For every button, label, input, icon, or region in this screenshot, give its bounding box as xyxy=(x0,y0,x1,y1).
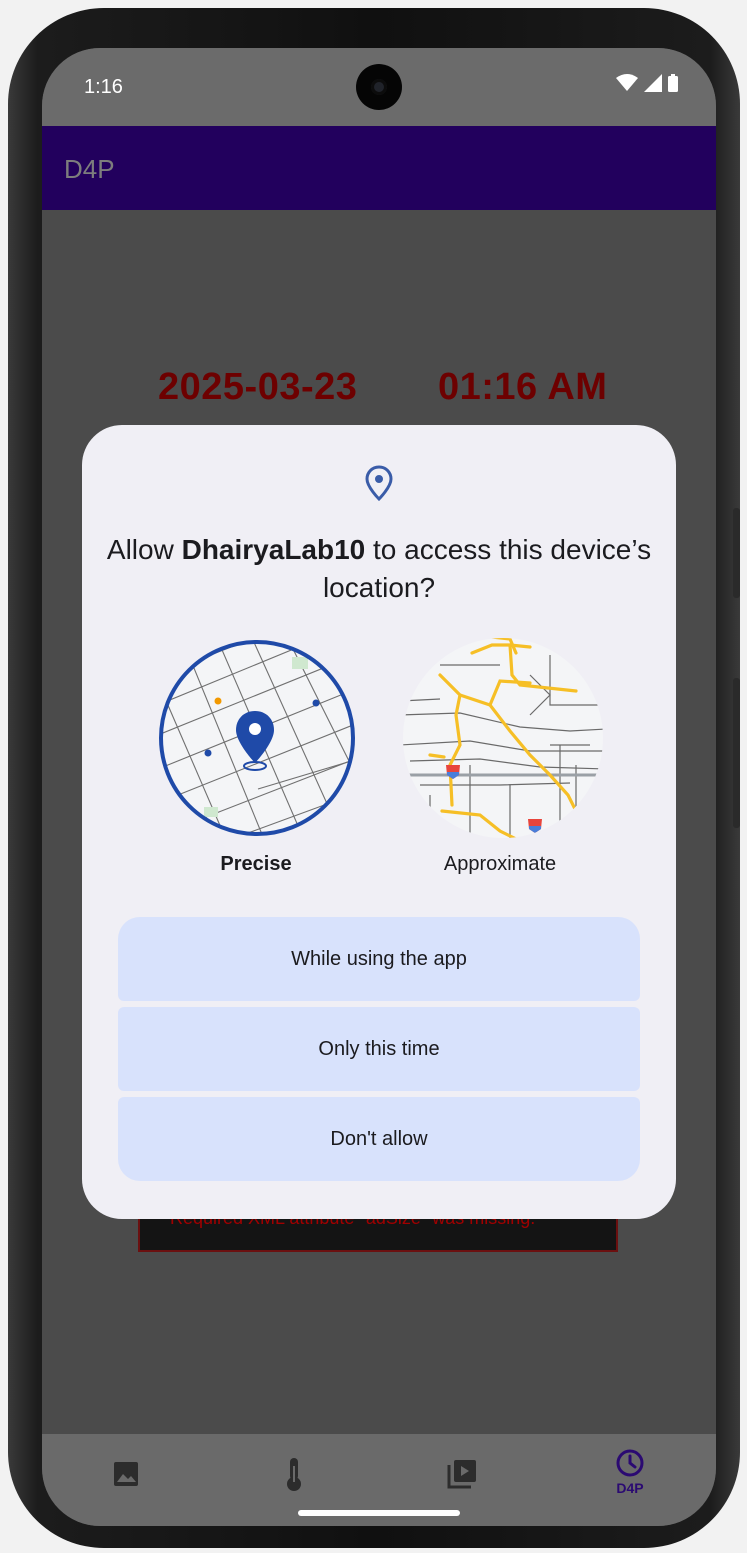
wifi-icon xyxy=(616,74,638,91)
dialog-app-name: DhairyaLab10 xyxy=(181,534,366,565)
status-bar: 1:16 xyxy=(42,48,716,126)
status-icons xyxy=(616,74,678,92)
thermometer-icon xyxy=(287,1458,301,1491)
precise-label: Precise xyxy=(220,853,292,875)
nav-item-d4p[interactable]: D4P xyxy=(580,1448,680,1512)
dialog-title-suffix: to access this device’s location? xyxy=(322,534,652,603)
location-pin-icon xyxy=(365,465,393,501)
precise-map-option[interactable] xyxy=(158,639,356,837)
approximate-map-option[interactable] xyxy=(400,635,606,841)
battery-icon xyxy=(668,74,678,92)
video-library-icon xyxy=(447,1460,476,1489)
front-camera xyxy=(356,64,402,110)
status-time: 1:16 xyxy=(84,76,123,98)
signal-icon xyxy=(644,74,662,92)
app-title: D4P xyxy=(64,154,115,184)
time-display: 01:16 AM xyxy=(438,366,608,408)
app-bar: D4P xyxy=(42,126,716,210)
only-this-time-button[interactable]: Only this time xyxy=(118,1007,640,1091)
nav-item-images[interactable] xyxy=(76,1448,176,1512)
nav-item-temperature[interactable] xyxy=(244,1448,344,1512)
phone-frame: 1:16 D4P 2025-03-23 01:16 AM Required XM… xyxy=(8,8,740,1548)
screen: 1:16 D4P 2025-03-23 01:16 AM Required XM… xyxy=(42,48,716,1526)
while-using-app-button[interactable]: While using the app xyxy=(118,917,640,1001)
image-icon xyxy=(114,1462,138,1486)
clock-icon xyxy=(616,1449,644,1477)
date-display: 2025-03-23 xyxy=(158,366,358,408)
dont-allow-button[interactable]: Don't allow xyxy=(118,1097,640,1181)
approximate-label: Approximate xyxy=(443,853,557,875)
dialog-title: Allow DhairyaLab10 to access this device… xyxy=(102,531,656,607)
nav-item-videos[interactable] xyxy=(412,1448,512,1512)
power-button xyxy=(733,508,740,598)
dialog-title-prefix: Allow xyxy=(106,534,182,565)
home-indicator[interactable] xyxy=(298,1510,460,1516)
nav-label-d4p: D4P xyxy=(616,1480,644,1496)
location-permission-dialog: Allow DhairyaLab10 to access this device… xyxy=(82,425,676,1219)
volume-button xyxy=(733,678,740,828)
